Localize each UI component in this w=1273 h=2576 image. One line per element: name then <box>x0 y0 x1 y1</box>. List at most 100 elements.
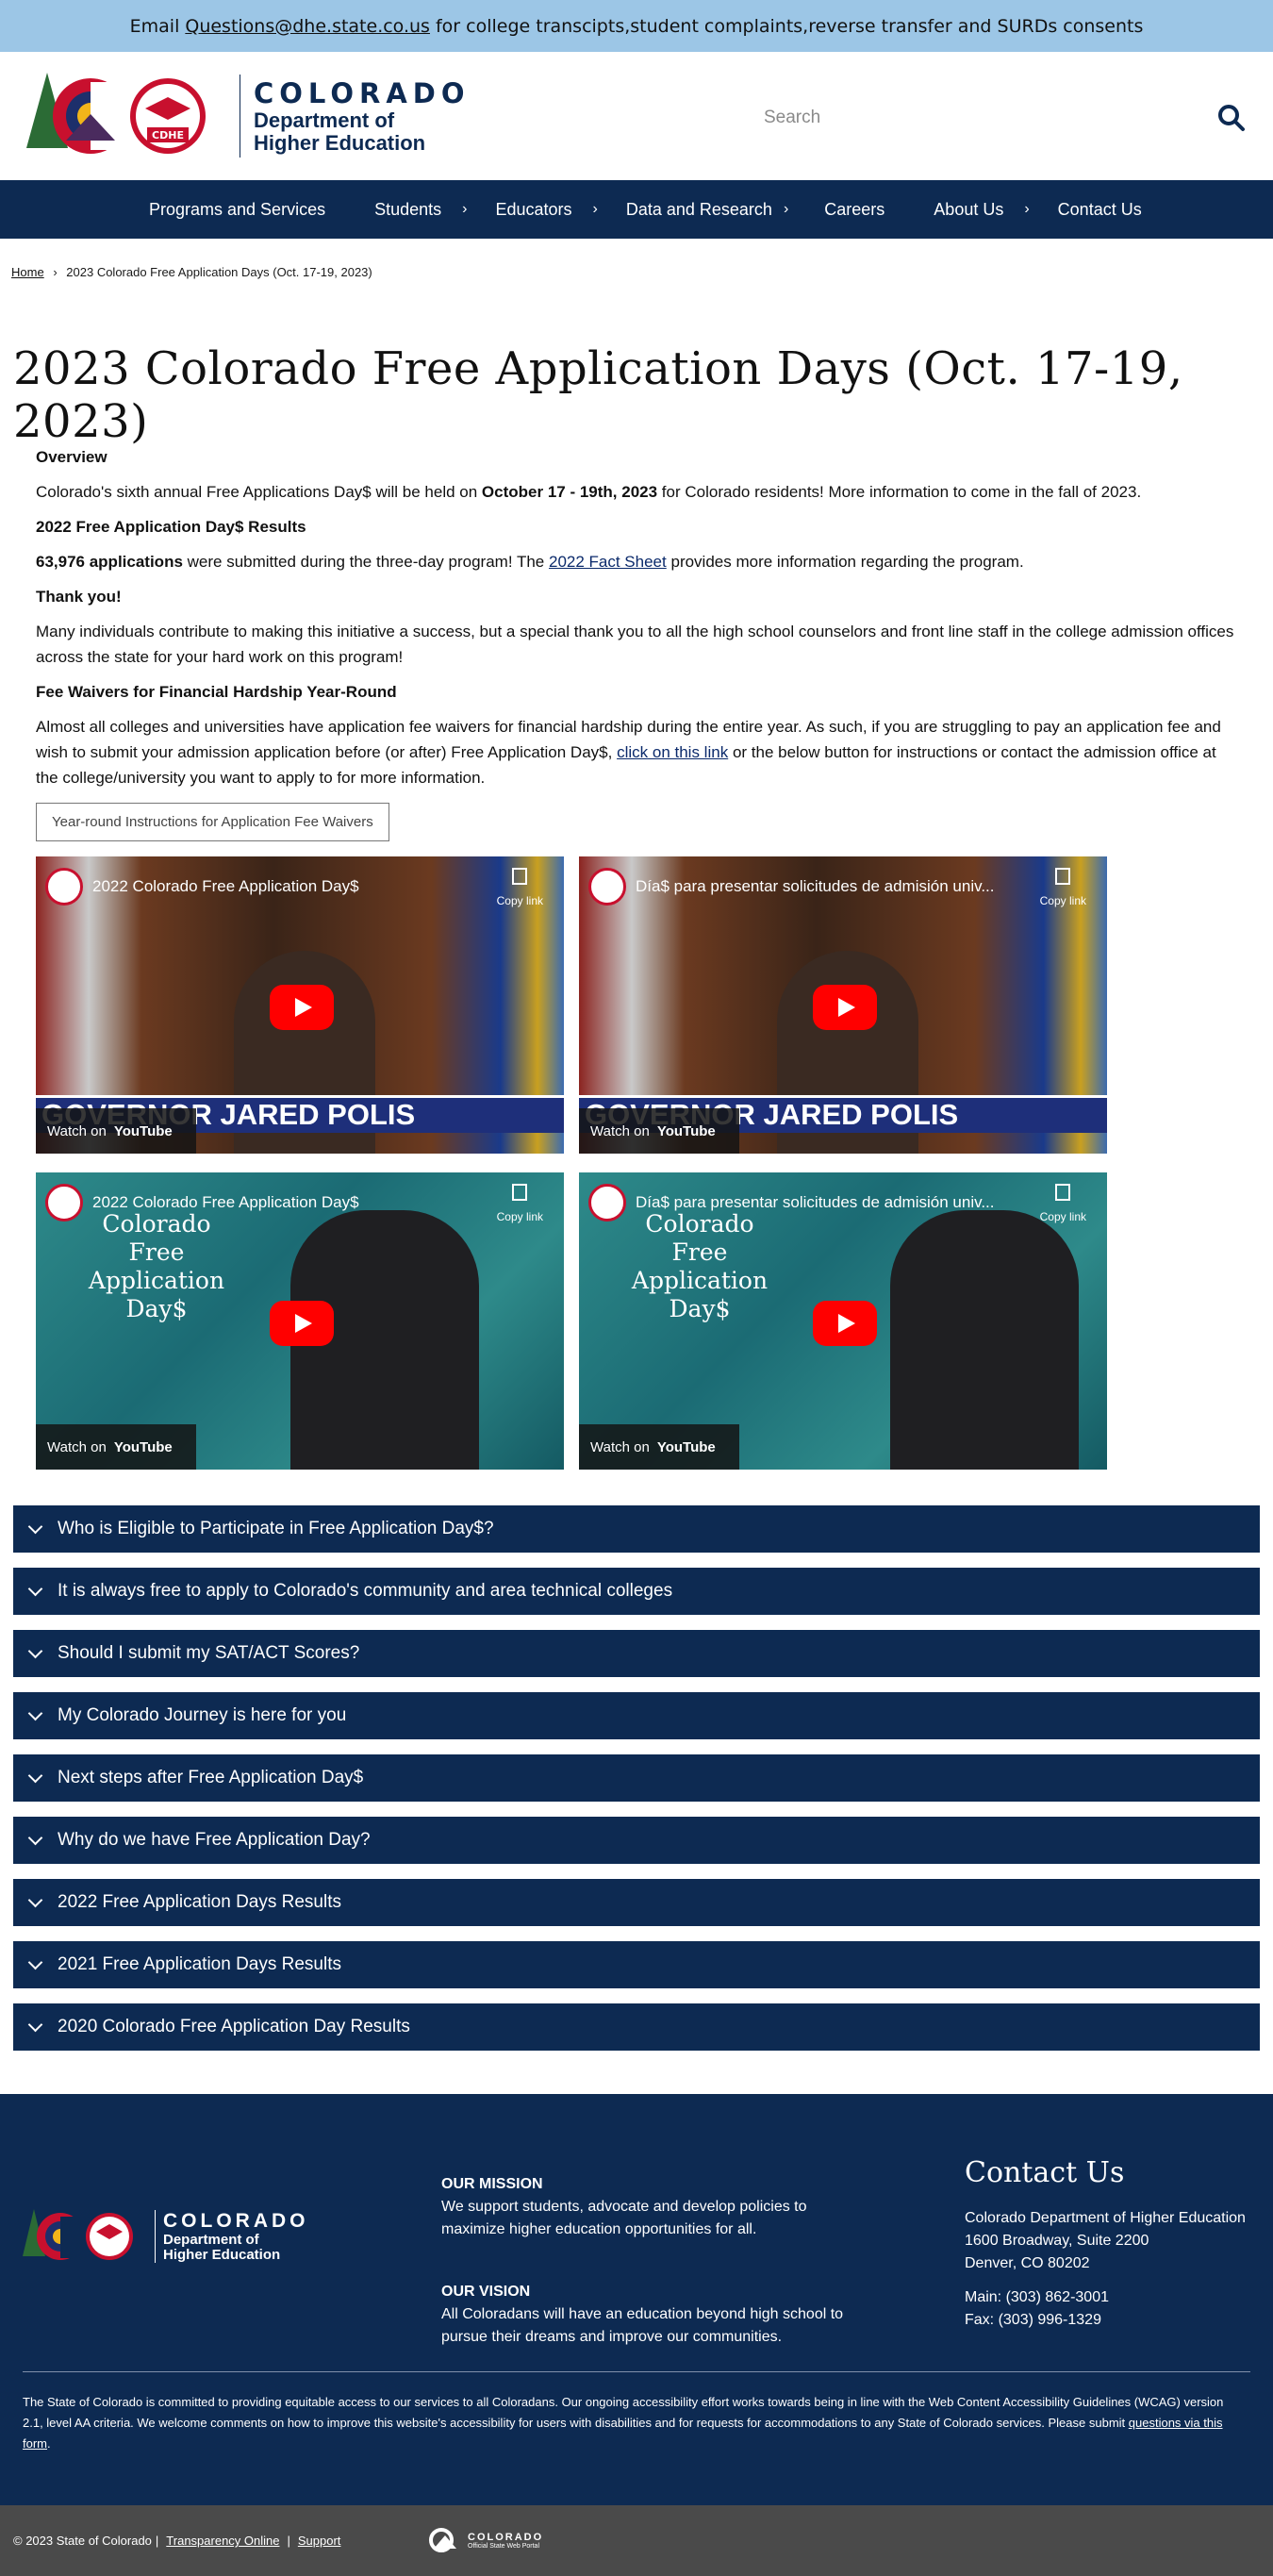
video-title[interactable]: Día$ para presentar solicitudes de admis… <box>636 873 1013 899</box>
youtube-logo-icon: YouTube <box>656 1438 716 1455</box>
accordion-2020-results[interactable]: 2020 Colorado Free Application Day Resul… <box>13 2003 1260 2051</box>
search-bar <box>764 97 1254 139</box>
play-icon[interactable] <box>270 985 334 1030</box>
watch-on-label: Watch on <box>590 1122 650 1139</box>
copyright-text: © 2023 State of Colorado <box>13 2534 152 2548</box>
accordion-community-colleges[interactable]: It is always free to apply to Colorado's… <box>13 1568 1260 1615</box>
play-icon[interactable] <box>813 985 877 1030</box>
nav-item-students[interactable]: Students › <box>374 200 467 220</box>
logo-wordmark: COLORADO Department of Higher Education <box>240 75 471 158</box>
nav-item-programs[interactable]: Programs and Services <box>149 200 325 220</box>
channel-avatar[interactable] <box>45 868 83 906</box>
colorado-state-logo-icon <box>429 2528 456 2552</box>
video-embed[interactable]: 2022 Colorado Free Application Day$ Copy… <box>36 856 564 1154</box>
nav-item-contact[interactable]: Contact Us <box>1058 200 1142 220</box>
results-count: 63,976 applications <box>36 553 183 571</box>
accordion-why[interactable]: Why do we have Free Application Day? <box>13 1817 1260 1864</box>
transparency-online-link[interactable]: Transparency Online <box>166 2534 279 2548</box>
logo-dept-line1: Department of <box>254 108 395 132</box>
thanks-heading: Thank you! <box>36 588 122 606</box>
video-side-text: Colorado Free Application Day$ <box>631 1210 769 1322</box>
accordion-2021-results[interactable]: 2021 Free Application Days Results <box>13 1941 1260 1988</box>
accordion-label: Should I submit my SAT/ACT Scores? <box>58 1643 360 1663</box>
contact-fax: Fax: (303) 996-1329 <box>965 2312 1101 2328</box>
accordion-colorado-journey[interactable]: My Colorado Journey is here for you <box>13 1692 1260 1739</box>
cdhe-logo[interactable]: CDHE COLORADO Department of Higher Educa… <box>26 73 471 159</box>
video-title[interactable]: Día$ para presentar solicitudes de admis… <box>636 1189 1013 1215</box>
footer-logo-colorado: COLORADO <box>163 2210 309 2232</box>
copy-icon <box>1055 868 1071 885</box>
accessibility-text: The State of Colorado is committed to pr… <box>23 2395 1224 2430</box>
nav-item-label: Contact Us <box>1057 199 1142 219</box>
accordion-2022-results[interactable]: 2022 Free Application Days Results <box>13 1879 1260 1926</box>
accordion-label: It is always free to apply to Colorado's… <box>58 1581 673 1601</box>
channel-avatar[interactable] <box>588 868 626 906</box>
logo-colorado-text: COLORADO <box>254 77 471 109</box>
chevron-down-icon <box>27 1830 43 1845</box>
accordion-label: 2020 Colorado Free Application Day Resul… <box>58 2017 410 2036</box>
copy-link-button[interactable]: Copy link <box>497 868 543 914</box>
support-link[interactable]: Support <box>298 2534 341 2548</box>
nav-item-educators[interactable]: Educators › <box>495 200 597 220</box>
play-icon[interactable] <box>270 1301 334 1346</box>
fee-waiver-link[interactable]: click on this link <box>617 743 728 761</box>
nav-item-data-research[interactable]: Data and Research › <box>626 200 788 220</box>
main-content: Overview Colorado's sixth annual Free Ap… <box>0 444 1273 1470</box>
nav-item-label: Programs and Services <box>149 199 326 219</box>
nav-item-label: Students <box>374 199 442 219</box>
channel-avatar[interactable] <box>588 1184 626 1222</box>
bottom-bar: © 2023 State of Colorado | Transparency … <box>0 2505 1273 2576</box>
watch-on-youtube-button[interactable]: Watch on YouTube <box>579 1108 739 1154</box>
video-embed[interactable]: Colorado Free Application Day$ 2022 Colo… <box>36 1172 564 1470</box>
footer-divider <box>23 2371 1250 2372</box>
state-portal-colorado: COLORADO <box>468 2531 544 2543</box>
chevron-down-icon <box>27 1954 43 1969</box>
nav-item-about[interactable]: About Us › <box>934 200 1029 220</box>
contact-heading: Contact Us <box>965 2156 1125 2189</box>
logo-dept-line2: Higher Education <box>254 131 426 155</box>
channel-avatar[interactable] <box>45 1184 83 1222</box>
play-icon[interactable] <box>813 1301 877 1346</box>
nav-item-label: Careers <box>824 199 885 219</box>
announcement-email-link[interactable]: Questions@dhe.state.co.us <box>185 16 430 37</box>
chevron-right-icon: › <box>592 201 598 217</box>
page-title: 2023 Colorado Free Application Days (Oct… <box>13 342 1183 448</box>
search-button[interactable] <box>1216 103 1247 133</box>
contact-address-2: Denver, CO 80202 <box>965 2255 1090 2271</box>
watch-on-youtube-button[interactable]: Watch on YouTube <box>36 1108 196 1154</box>
accordion-label: 2021 Free Application Days Results <box>58 1954 341 1974</box>
video-embed[interactable]: Día$ para presentar solicitudes de admis… <box>579 856 1107 1154</box>
chevron-down-icon <box>27 1519 43 1534</box>
chevron-down-icon <box>27 1643 43 1658</box>
video-embed[interactable]: Colorado Free Application Day$ Día$ para… <box>579 1172 1107 1470</box>
fact-sheet-link[interactable]: 2022 Fact Sheet <box>549 553 667 571</box>
results-heading: 2022 Free Application Day$ Results <box>36 518 306 536</box>
accordion-label: My Colorado Journey is here for you <box>58 1705 347 1725</box>
accordion-sat-act[interactable]: Should I submit my SAT/ACT Scores? <box>13 1630 1260 1677</box>
copy-link-button[interactable]: Copy link <box>1040 1184 1086 1230</box>
nav-item-careers[interactable]: Careers <box>824 200 884 220</box>
video-title[interactable]: 2022 Colorado Free Application Day$ <box>92 1189 470 1215</box>
fee-waiver-instructions-button[interactable]: Year-round Instructions for Application … <box>36 803 389 841</box>
copy-icon <box>512 1184 528 1201</box>
nav-item-label: Data and Research <box>625 199 772 219</box>
copy-link-button[interactable]: Copy link <box>497 1184 543 1230</box>
search-input[interactable] <box>764 108 1179 128</box>
footer-mission-vision: OUR MISSION We support students, advocat… <box>441 2173 847 2349</box>
breadcrumb: Home › 2023 Colorado Free Application Da… <box>0 239 1273 286</box>
copy-link-label: Copy link <box>496 894 543 907</box>
copy-link-button[interactable]: Copy link <box>1040 868 1086 914</box>
accordion-label: Next steps after Free Application Day$ <box>58 1768 364 1787</box>
watch-on-youtube-button[interactable]: Watch on YouTube <box>36 1424 196 1470</box>
video-title[interactable]: 2022 Colorado Free Application Day$ <box>92 873 470 899</box>
state-portal-logo[interactable]: COLORADO Official State Web Portal <box>428 2528 543 2552</box>
accessibility-statement: The State of Colorado is committed to pr… <box>23 2392 1245 2454</box>
breadcrumb-home-link[interactable]: Home <box>11 265 44 279</box>
youtube-logo-icon: YouTube <box>113 1122 173 1139</box>
accordion-eligibility[interactable]: Who is Eligible to Participate in Free A… <box>13 1505 1260 1553</box>
footer-logo[interactable]: COLORADO Department of Higher Education <box>23 2209 309 2264</box>
announcement-suffix: for college transcipts,student complaint… <box>435 15 1144 37</box>
watch-on-youtube-button[interactable]: Watch on YouTube <box>579 1424 739 1470</box>
colorado-c-logo-icon <box>23 2209 133 2260</box>
accordion-next-steps[interactable]: Next steps after Free Application Day$ <box>13 1754 1260 1802</box>
